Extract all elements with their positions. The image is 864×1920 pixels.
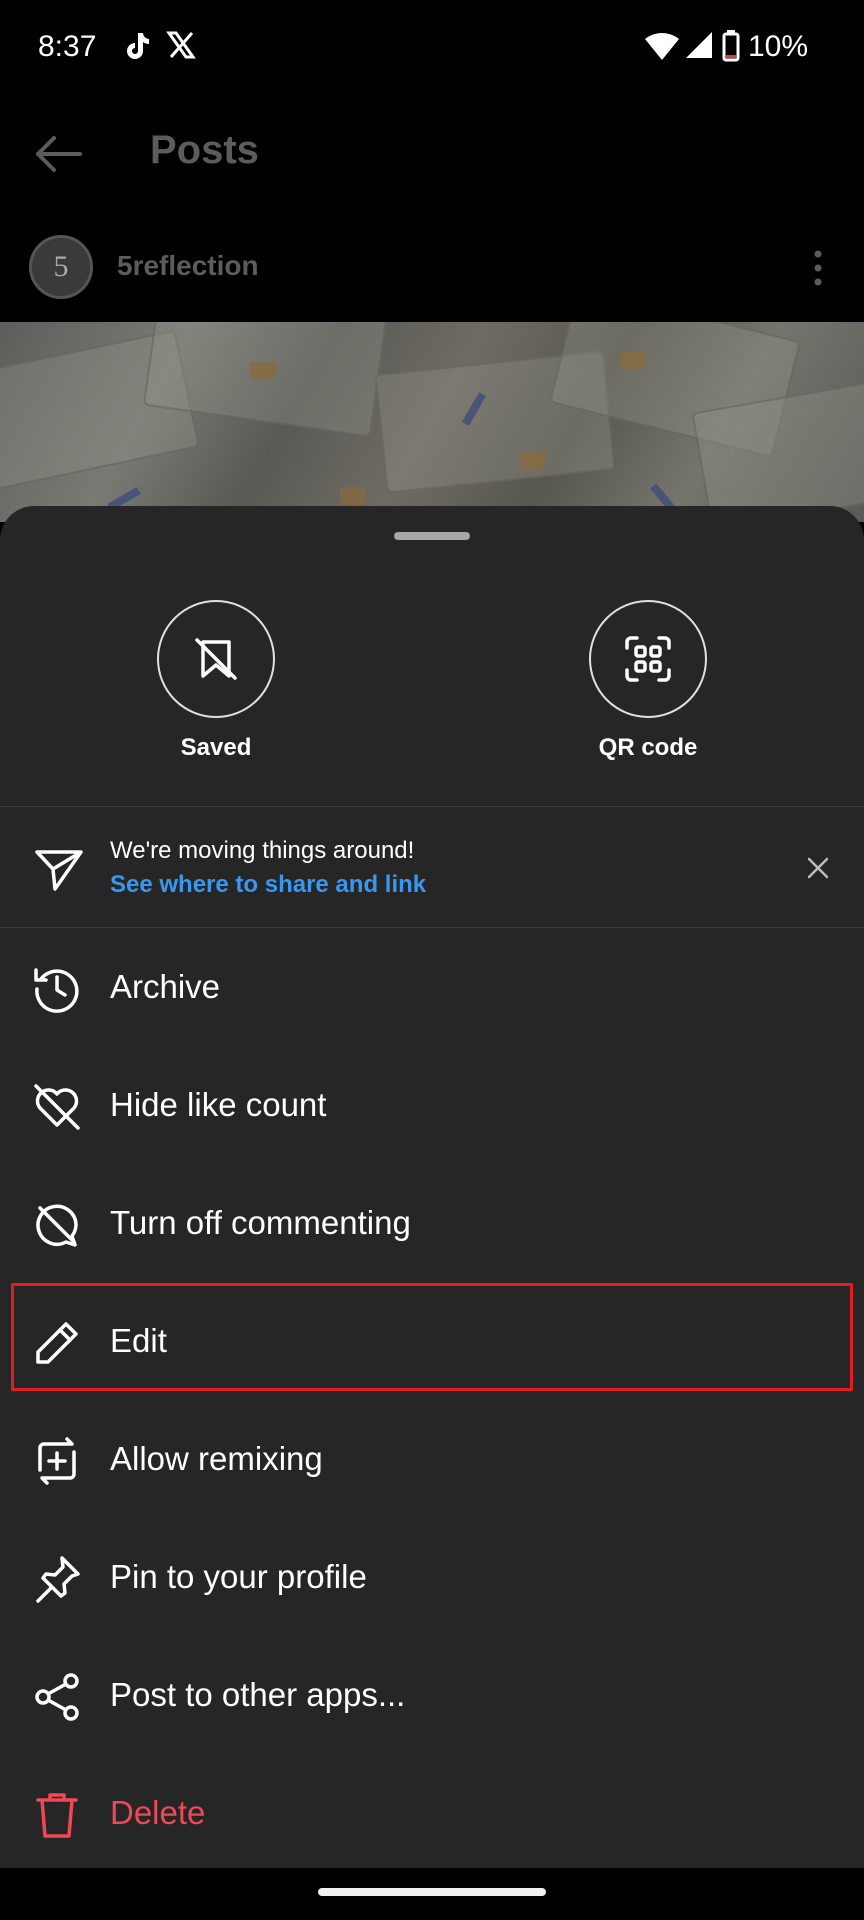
archive-clock-icon [32,964,82,1014]
battery-percent: 10% [748,30,809,63]
home-gesture-pill[interactable] [318,1888,546,1896]
post-username[interactable]: 5reflection [117,250,259,282]
arrow-left-icon [36,136,82,172]
trash-icon [32,1790,82,1840]
battery-icon [722,30,740,62]
turn-off-commenting-menu-item[interactable]: Turn off commenting [0,1170,864,1280]
close-icon[interactable] [804,854,832,882]
qr-code-label: QR code [598,734,698,761]
notice-link[interactable]: See where to share and link [110,871,426,899]
allow-remixing-menu-item[interactable]: Allow remixing [0,1406,864,1516]
wifi-icon [644,30,680,62]
status-bar: 8:37 10% [0,0,864,96]
posts-header [0,96,864,206]
menu-label: Allow remixing [110,1440,323,1477]
pin-to-profile-menu-item[interactable]: Pin to your profile [0,1524,864,1634]
bookmark-off-icon [195,638,237,680]
tiktok-icon [120,30,152,62]
post-image [0,322,864,522]
hide-like-count-menu-item[interactable]: Hide like count [0,1052,864,1162]
x-icon [166,30,198,62]
pin-icon [32,1554,82,1604]
delete-menu-item[interactable]: Delete [0,1760,864,1870]
saved-label: Saved [180,734,252,761]
qr-code-icon [625,636,671,682]
saved-button[interactable]: Saved [106,600,326,762]
menu-label: Turn off commenting [110,1204,411,1241]
remix-icon [32,1436,82,1486]
send-icon [34,847,84,893]
signal-icon [684,30,714,62]
menu-label: Post to other apps... [110,1676,406,1713]
post-to-other-apps-menu-item[interactable]: Post to other apps... [0,1642,864,1752]
edit-highlight-box [11,1283,853,1391]
avatar[interactable]: 5 [29,235,93,299]
share-icon [32,1672,82,1722]
divider [0,927,864,928]
heart-off-icon [32,1082,82,1132]
back-button[interactable] [30,130,90,178]
menu-label: Archive [110,968,221,1005]
qr-code-button[interactable]: QR code [538,600,758,762]
status-time: 8:37 [38,30,97,63]
more-vertical-icon[interactable] [808,248,828,288]
archive-menu-item[interactable]: Archive [0,934,864,1044]
sheet-drag-handle[interactable] [394,532,470,540]
page-title: Posts [150,128,259,172]
notice-title: We're moving things around! [110,837,415,864]
menu-label: Hide like count [110,1086,327,1123]
moving-things-notice: We're moving things around! See where to… [0,807,864,927]
comment-off-icon [32,1200,82,1250]
menu-label: Delete [110,1794,206,1831]
menu-label: Pin to your profile [110,1558,367,1595]
